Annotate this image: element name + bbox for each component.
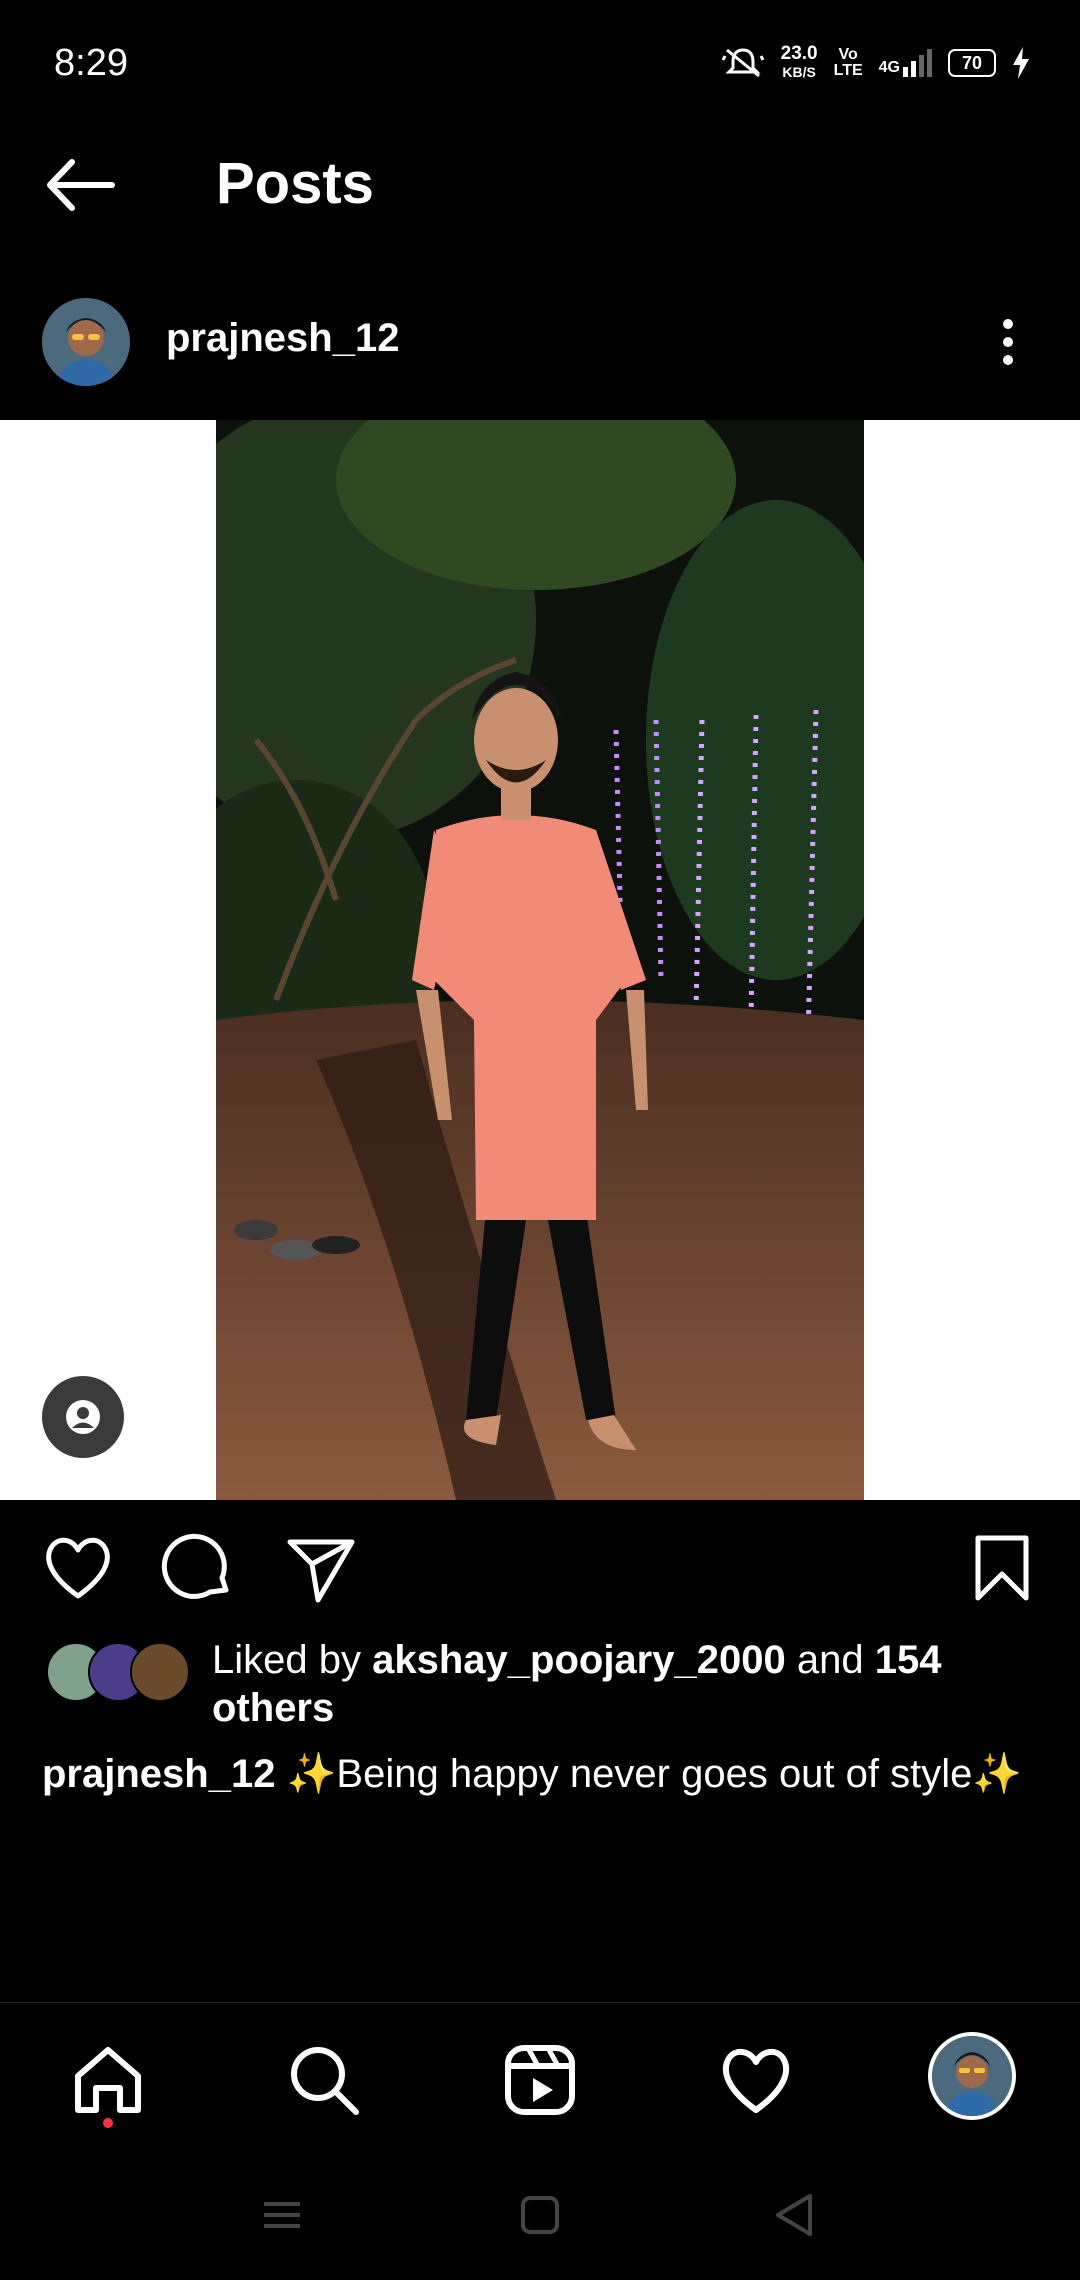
post-caption: prajnesh_12 ✨Being happy never goes out …: [42, 1746, 1042, 1802]
triangle-back-icon: [776, 2194, 812, 2236]
system-home-button[interactable]: [510, 2190, 570, 2240]
network-speed: 23.0 KB/S: [781, 44, 818, 82]
post-photo-image: [216, 420, 864, 1500]
back-button[interactable]: [40, 150, 130, 220]
post-username[interactable]: prajnesh_12: [166, 316, 399, 361]
post-photo[interactable]: [216, 420, 864, 1500]
network-speed-value: 23.0: [780, 43, 818, 64]
arrow-left-icon: [47, 159, 115, 211]
comment-icon: [161, 1533, 229, 1599]
likes-suffix[interactable]: others: [212, 1686, 334, 1730]
caption-username[interactable]: prajnesh_12: [42, 1752, 275, 1796]
menu-icon: [264, 2202, 300, 2228]
person-tag-icon: [66, 1400, 100, 1434]
volte-indicator: Vo LTE: [834, 47, 863, 79]
tagged-people-button[interactable]: [42, 1376, 124, 1458]
nav-activity[interactable]: [716, 2040, 796, 2120]
more-vertical-icon: [1003, 319, 1013, 365]
home-icon: [75, 2047, 141, 2113]
likes-user[interactable]: akshay_poojary_2000: [372, 1638, 786, 1682]
avatar-image: [42, 298, 130, 386]
likes-summary[interactable]: Liked by akshay_poojary_2000 and 154 othe…: [212, 1636, 1012, 1732]
activity-heart-icon: [722, 2049, 790, 2113]
likes-count[interactable]: 154: [875, 1638, 942, 1682]
volte-bottom: LTE: [833, 62, 863, 79]
nav-search[interactable]: [284, 2040, 364, 2120]
square-icon: [521, 2196, 559, 2234]
status-bar: 8:29 23.0 KB/S Vo LTE 4G 70: [0, 0, 1080, 130]
likes-middle: and: [785, 1638, 875, 1682]
profile-avatar: [932, 2036, 1012, 2116]
save-button[interactable]: [964, 1530, 1040, 1606]
network-speed-unit: KB/S: [782, 64, 816, 80]
likes-prefix: Liked by: [212, 1638, 373, 1682]
nav-profile[interactable]: [928, 2032, 1016, 2120]
heart-icon: [46, 1537, 110, 1599]
home-notification-dot: [103, 2118, 113, 2128]
system-menu-button[interactable]: [252, 2190, 312, 2240]
status-icons: 23.0 KB/S Vo LTE 4G 70: [721, 44, 1030, 82]
network-type: 4G: [878, 59, 900, 76]
nav-reels[interactable]: [500, 2040, 580, 2120]
charging-bolt-icon: [1013, 47, 1029, 79]
liker-avatar: [130, 1642, 190, 1702]
page-title: Posts: [216, 151, 374, 216]
send-icon: [287, 1539, 355, 1603]
status-time: 8:29: [54, 42, 128, 84]
system-back-button[interactable]: [766, 2190, 826, 2240]
share-button[interactable]: [282, 1530, 358, 1606]
caption-text: ✨Being happy never goes out of style✨: [286, 1752, 1023, 1796]
like-button[interactable]: [40, 1530, 116, 1606]
mute-bell-icon: [721, 48, 764, 78]
post-author-avatar[interactable]: [42, 298, 130, 386]
liker-avatars[interactable]: [46, 1642, 190, 1702]
signal-icon: 4G: [879, 49, 932, 77]
nav-home[interactable]: [68, 2040, 148, 2120]
comment-button[interactable]: [160, 1530, 236, 1606]
more-options-button[interactable]: [988, 312, 1028, 372]
bookmark-icon: [975, 1535, 1029, 1601]
battery-icon: 70: [948, 49, 996, 77]
search-icon: [291, 2047, 359, 2115]
reels-icon: [505, 2045, 575, 2115]
volte-top: Vo: [838, 46, 858, 63]
battery-level: 70: [961, 53, 983, 73]
